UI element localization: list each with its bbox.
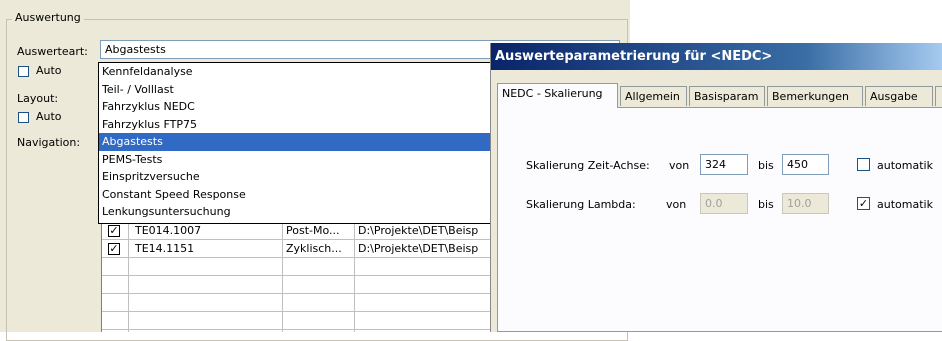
zeit-bis-input[interactable]: 450 (782, 154, 829, 175)
auswerteart-value: Abgastests (105, 43, 166, 56)
lambda-bis-input[interactable]: 10.0 (782, 193, 829, 214)
zeit-automatik-checkbox[interactable] (857, 158, 870, 171)
parameter-dialog: Auswerteparametrierung für <NEDC> NEDC -… (491, 43, 942, 332)
auto-checkbox-1[interactable] (18, 66, 29, 77)
zeit-von-input[interactable]: 324 (700, 154, 748, 175)
lambda-von-input[interactable]: 0.0 (700, 193, 748, 214)
lambda-von-label: von (666, 198, 687, 211)
row-type: Zyklisch... (286, 242, 342, 255)
tab-overflow[interactable] (935, 86, 942, 106)
navigation-label: Navigation: (17, 136, 81, 149)
row-checkbox[interactable]: ✓ (108, 243, 120, 255)
tab-panel-nedc-skalierung (497, 107, 942, 332)
auto-label-2: Auto (36, 110, 62, 123)
tab-basisparam[interactable]: Basisparam (689, 86, 765, 106)
lambda-bis-label: bis (758, 198, 774, 211)
row-type: Post-Mo... (286, 224, 340, 237)
dialog-title: Auswerteparametrierung für <NEDC> (491, 43, 942, 70)
lambda-label: Skalierung Lambda: (526, 198, 636, 211)
tab-allgemein[interactable]: Allgemein (620, 86, 687, 106)
zeit-bis-label: bis (758, 159, 774, 172)
tab-bemerkungen[interactable]: Bemerkungen (767, 86, 863, 106)
lambda-automatik-checkbox[interactable]: ✓ (857, 197, 870, 210)
row-name: TE14.1151 (135, 242, 195, 255)
auto-checkbox-2[interactable] (18, 112, 29, 123)
row-checkbox[interactable]: ✓ (108, 225, 120, 237)
tab-ausgabe[interactable]: Ausgabe (865, 86, 933, 106)
lambda-automatik-label: automatik (877, 198, 933, 211)
tab-nedc-skalierung[interactable]: NEDC - Skalierung (497, 83, 618, 108)
zeit-automatik-label: automatik (877, 159, 933, 172)
zeit-achse-label: Skalierung Zeit-Achse: (526, 159, 650, 172)
row-name: TE014.1007 (135, 224, 202, 237)
auswerteart-label: Auswerteart: (17, 45, 88, 58)
auto-label-1: Auto (36, 64, 62, 77)
layout-label: Layout: (17, 92, 59, 105)
zeit-von-label: von (669, 159, 690, 172)
group-title: Auswertung (12, 11, 84, 24)
